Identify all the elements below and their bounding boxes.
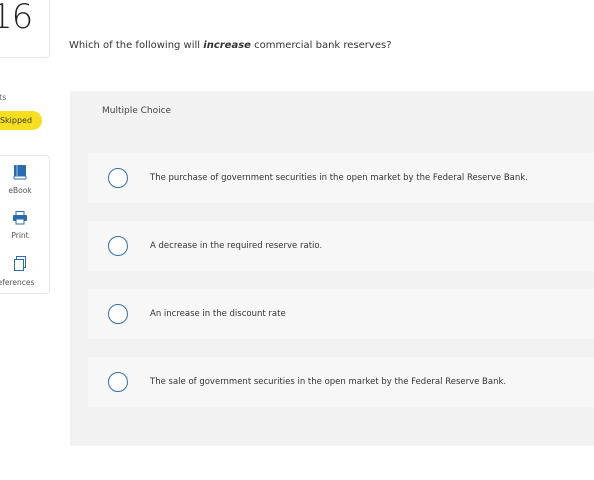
question-suffix: commercial bank reserves? [250,40,392,51]
radio-button[interactable] [108,372,128,392]
answer-option-text: A decrease in the required reserve ratio… [150,241,323,251]
question-page: 16 nts Skipped eBook Print [0,0,594,480]
answer-option[interactable]: An increase in the discount rate [88,289,594,339]
answer-panel: Multiple Choice The purchase of governme… [70,91,594,446]
status-badge: Skipped [0,111,42,130]
references-label: eferences [0,278,35,287]
answer-option[interactable]: The sale of government securities in the… [88,357,594,407]
answer-option[interactable]: A decrease in the required reserve ratio… [88,221,594,271]
answer-option-text: The sale of government securities in the… [150,377,507,387]
question-number-box: 16 [0,0,50,58]
radio-button[interactable] [108,304,128,324]
answer-option[interactable]: The purchase of government securities in… [88,153,594,203]
question-prompt: Which of the following will increase com… [69,40,392,51]
book-icon [13,164,27,184]
ebook-button[interactable]: eBook [0,164,49,195]
references-button[interactable]: eferences [0,256,49,287]
question-emphasis: increase [203,40,251,51]
references-icon [13,256,27,276]
question-prefix: Which of the following will [69,40,204,51]
printer-icon [12,210,28,229]
question-number: 16 [0,0,33,37]
tools-panel: eBook Print eferences [0,155,50,294]
print-label: Print [11,231,29,240]
answer-option-text: An increase in the discount rate [150,309,286,319]
points-label: nts [0,93,7,102]
ebook-label: eBook [8,186,32,195]
question-type-label: Multiple Choice [102,106,172,116]
print-button[interactable]: Print [0,210,49,240]
answer-option-text: The purchase of government securities in… [150,173,528,183]
radio-button[interactable] [108,168,128,188]
radio-button[interactable] [108,236,128,256]
